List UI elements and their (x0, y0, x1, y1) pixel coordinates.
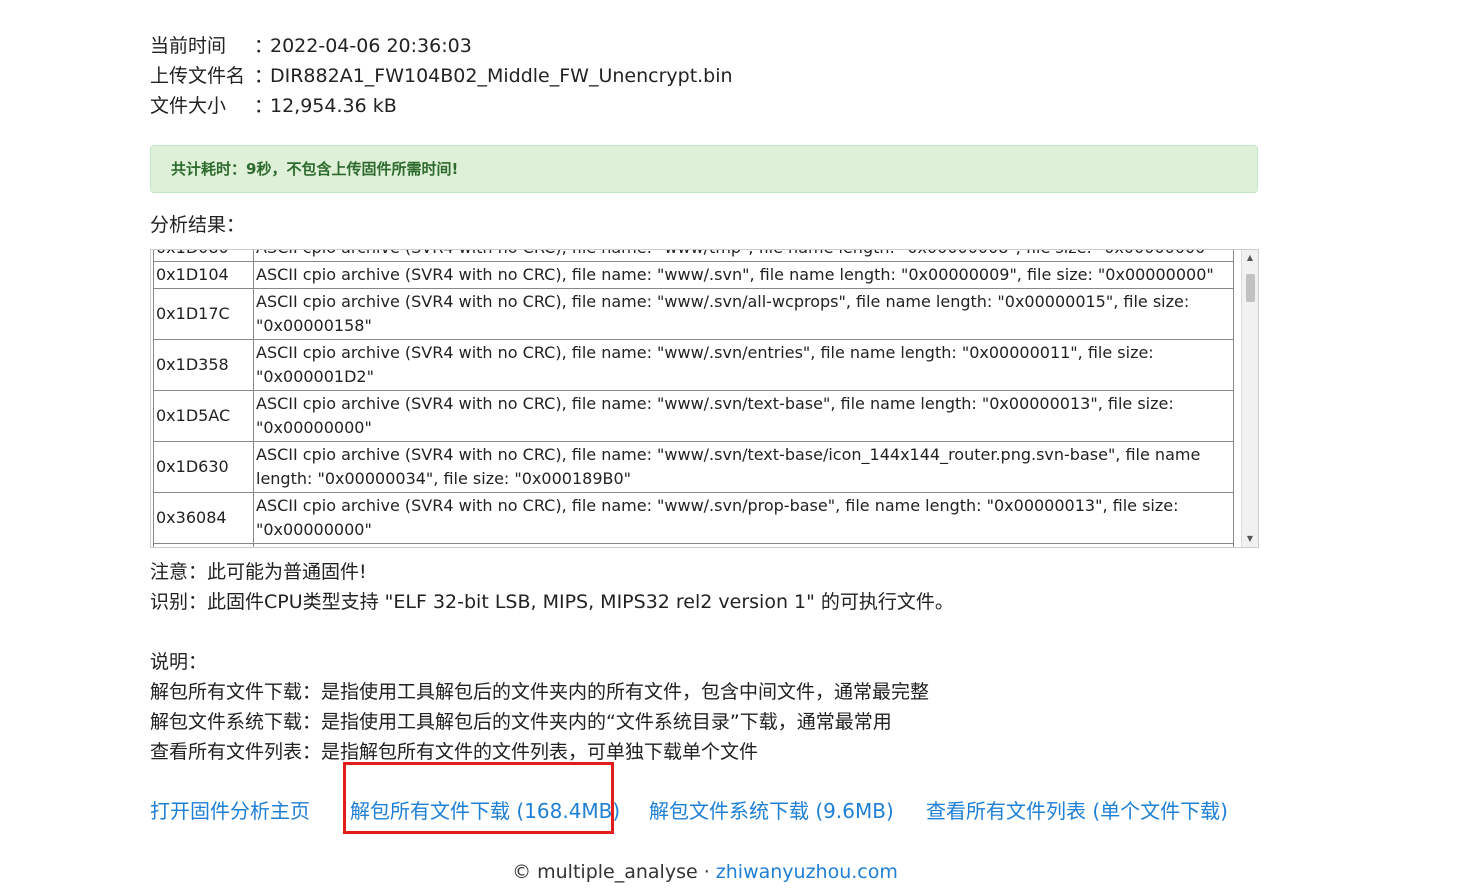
file-row: 上传文件名 ： DIR882A1_FW104B02_Middle_FW_Unen… (150, 61, 733, 91)
table-row: 0x1D104 ASCII cpio archive (SVR4 with no … (153, 261, 1234, 289)
elapsed-time-alert: 共计耗时：9秒，不包含上传固件所需时间! (150, 145, 1258, 193)
table-row: 0x36084 ASCII cpio archive (SVR4 with no … (153, 492, 1234, 544)
home-link[interactable]: 打开固件分析主页 (150, 796, 310, 826)
description-cell: ASCII cpio archive (SVR4 with no CRC), f… (253, 339, 1234, 391)
offset-cell: 0x36108 (153, 543, 254, 547)
offset-cell: 0x1D630 (153, 441, 254, 493)
description-cell: ASCII cpio archive (SVR4 with no CRC), f… (253, 492, 1234, 544)
footer-text: © multiple_analyse · (512, 861, 716, 883)
explanation: 说明： 解包所有文件下载：是指使用工具解包后的文件夹内的所有文件，包含中间文件，… (150, 647, 929, 767)
explain-title: 说明： (150, 651, 208, 673)
size-label: 文件大小 (150, 95, 227, 117)
table-row: 0x1D630 ASCII cpio archive (SVR4 with no … (153, 441, 1234, 493)
offset-cell: 0x1D080 (153, 250, 254, 262)
explain-line-2: 解包文件系统下载：是指使用工具解包后的文件夹内的“文件系统目录”下载，通常最常用 (150, 711, 892, 733)
time-value: 2022-04-06 20:36:03 (270, 35, 472, 57)
time-row: 当前时间 ： 2022-04-06 20:36:03 (150, 31, 733, 61)
description-cell: ASCII cpio archive (SVR4 with no CRC), f… (253, 288, 1234, 340)
size-separator: ： (254, 95, 274, 117)
notes: 注意：此可能为普通固件! 识别：此固件CPU类型支持 "ELF 32-bit L… (150, 557, 954, 617)
size-row: 文件大小 ： 12,954.36 kB (150, 91, 733, 121)
table-row: 0x1D080ASCII cpio archive (SVR4 with no … (153, 250, 1234, 262)
table-row: 0x1D358 ASCII cpio archive (SVR4 with no … (153, 339, 1234, 391)
table-row: 0x1D5AC ASCII cpio archive (SVR4 with no … (153, 390, 1234, 442)
scroll-thumb[interactable] (1246, 274, 1255, 302)
offset-cell: 0x1D104 (153, 261, 254, 289)
file-label: 上传文件名 (150, 65, 246, 87)
result-label: 分析结果： (150, 214, 246, 236)
description-cell: ASCII cpio archive (SVR4 with no CRC), f… (253, 390, 1234, 442)
table-row: 0x1D17C ASCII cpio archive (SVR4 with no … (153, 288, 1234, 340)
vertical-scrollbar[interactable]: ▲ ▼ (1241, 250, 1258, 547)
offset-cell: 0x1D17C (153, 288, 254, 340)
footer: © multiple_analyse · zhiwanyuzhou.com (0, 858, 1410, 886)
download-filesystem-link[interactable]: 解包文件系统下载 (9.6MB) (649, 796, 894, 826)
footer-link[interactable]: zhiwanyuzhou.com (716, 861, 898, 883)
scroll-down-icon[interactable]: ▼ (1242, 531, 1258, 547)
description-cell: ASCII cpio archive (SVR4 with no CRC), f… (253, 441, 1234, 493)
offset-cell: 0x1D5AC (153, 390, 254, 442)
description-cell: ASCII cpio archive (SVR4 with no CRC), f… (253, 250, 1234, 262)
table-row: 0x36108ASCII cpio archive (SVR4 with no … (153, 543, 1234, 547)
description-cell: ASCII cpio archive (SVR4 with no CRC), f… (253, 261, 1234, 289)
scroll-up-icon[interactable]: ▲ (1242, 250, 1258, 266)
identify-line: 识别：此固件CPU类型支持 "ELF 32-bit LSB, MIPS, MIP… (150, 591, 954, 613)
offset-cell: 0x36084 (153, 492, 254, 544)
time-label: 当前时间 (150, 35, 227, 57)
file-value: DIR882A1_FW104B02_Middle_FW_Unencrypt.bi… (270, 65, 733, 87)
note-line: 注意：此可能为普通固件! (150, 561, 367, 583)
offset-cell: 0x1D358 (153, 339, 254, 391)
file-separator: ： (254, 65, 274, 87)
file-list-link[interactable]: 查看所有文件列表 (单个文件下载) (926, 796, 1228, 826)
file-info: 当前时间 ： 2022-04-06 20:36:03 上传文件名 ： DIR88… (150, 31, 733, 121)
result-table: 0x1D080ASCII cpio archive (SVR4 with no … (153, 250, 1234, 547)
result-scroll-panel[interactable]: 0x1D080ASCII cpio archive (SVR4 with no … (150, 249, 1259, 548)
explain-line-1: 解包所有文件下载：是指使用工具解包后的文件夹内的所有文件，包含中间文件，通常最完… (150, 681, 930, 703)
description-cell: ASCII cpio archive (SVR4 with no CRC), f… (253, 543, 1234, 547)
size-value: 12,954.36 kB (270, 95, 397, 117)
time-separator: ： (254, 35, 274, 57)
highlight-box (343, 762, 614, 834)
